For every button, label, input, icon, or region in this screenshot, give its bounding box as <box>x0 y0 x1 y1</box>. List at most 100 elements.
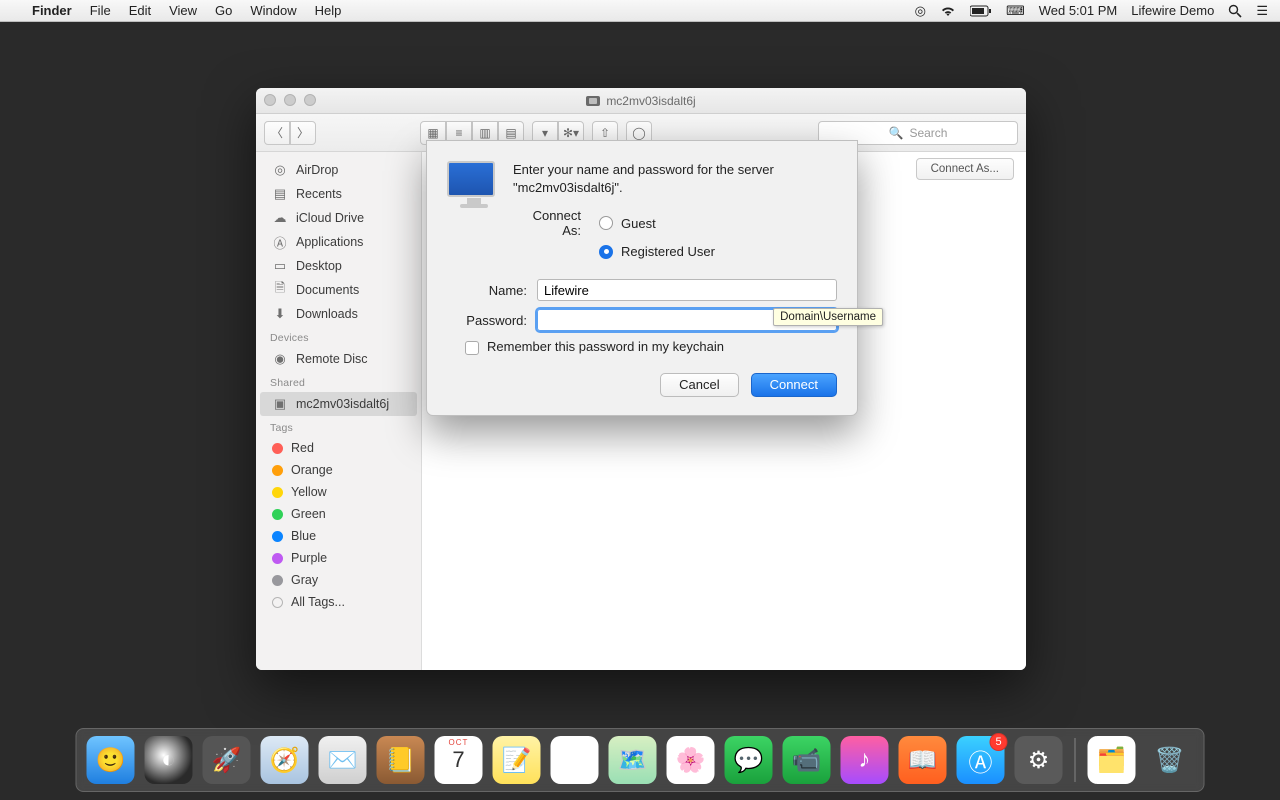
back-button[interactable]: 〈 <box>264 121 290 145</box>
applications-icon: Ⓐ <box>272 234 288 250</box>
sidebar-heading-shared: Shared <box>256 371 421 392</box>
guest-label: Guest <box>621 216 656 231</box>
dock: 🙂 ◐ 🚀 🧭 ✉️ 📒 OCT7 📝 ☑︎ 🗺️ 🌸 💬 📹 ♪ 📖 Ⓐ5 ⚙… <box>76 728 1205 792</box>
guest-radio[interactable] <box>599 216 613 230</box>
downloads-icon: ⬇︎ <box>272 306 288 322</box>
dock-ibooks-icon[interactable]: 📖 <box>899 736 947 784</box>
menu-edit[interactable]: Edit <box>129 3 151 18</box>
creative-cloud-icon[interactable]: ◎ <box>915 3 926 19</box>
sidebar-item-label: Red <box>291 441 314 455</box>
zoom-button[interactable] <box>304 94 316 106</box>
dock-trash-icon[interactable]: 🗑️ <box>1146 736 1194 784</box>
sidebar-tag-orange[interactable]: Orange <box>256 459 421 481</box>
input-source-icon[interactable]: ⌨︎ <box>1006 3 1025 19</box>
menu-window[interactable]: Window <box>250 3 296 18</box>
dock-appstore-icon[interactable]: Ⓐ5 <box>957 736 1005 784</box>
sidebar-item-label: Purple <box>291 551 327 565</box>
app-menu[interactable]: Finder <box>32 3 72 18</box>
dock-downloads-stack[interactable]: 🗂️ <box>1088 736 1136 784</box>
spotlight-icon[interactable] <box>1228 4 1242 18</box>
dock-photos-icon[interactable]: 🌸 <box>667 736 715 784</box>
remember-checkbox[interactable] <box>465 341 479 355</box>
server-icon: ▣ <box>272 396 288 412</box>
sidebar-item-label: Gray <box>291 573 318 587</box>
menu-go[interactable]: Go <box>215 3 232 18</box>
dock-calendar-icon[interactable]: OCT7 <box>435 736 483 784</box>
dock-messages-icon[interactable]: 💬 <box>725 736 773 784</box>
sidebar-item-label: Desktop <box>296 259 342 273</box>
dock-notes-icon[interactable]: 📝 <box>493 736 541 784</box>
close-button[interactable] <box>264 94 276 106</box>
dock-maps-icon[interactable]: 🗺️ <box>609 736 657 784</box>
dock-facetime-icon[interactable]: 📹 <box>783 736 831 784</box>
sidebar-tag-purple[interactable]: Purple <box>256 547 421 569</box>
sidebar-item-label: Blue <box>291 529 316 543</box>
server-monitor-icon <box>447 161 501 209</box>
menu-bar: Finder File Edit View Go Window Help ◎ ⌨… <box>0 0 1280 22</box>
name-input[interactable] <box>537 279 837 301</box>
sidebar-item-label: All Tags... <box>291 595 345 609</box>
sidebar-tag-gray[interactable]: Gray <box>256 569 421 591</box>
wifi-icon[interactable] <box>940 5 956 17</box>
clock[interactable]: Wed 5:01 PM <box>1039 3 1118 18</box>
dock-finder-icon[interactable]: 🙂 <box>87 736 135 784</box>
sidebar-item-shared-server[interactable]: ▣ mc2mv03isdalt6j <box>260 392 417 416</box>
registered-user-label: Registered User <box>621 244 715 259</box>
sidebar-item-documents[interactable]: 🗎Documents <box>256 278 421 302</box>
all-tags-icon <box>272 597 283 608</box>
cloud-icon: ☁︎ <box>272 210 288 226</box>
sidebar-item-icloud[interactable]: ☁︎ iCloud Drive <box>256 206 421 230</box>
dock-reminders-icon[interactable]: ☑︎ <box>551 736 599 784</box>
desktop-icon: ▭ <box>272 258 288 274</box>
appstore-badge: 5 <box>990 733 1008 751</box>
cancel-button[interactable]: Cancel <box>660 373 738 397</box>
gray-tag-icon <box>272 575 283 586</box>
dock-preferences-icon[interactable]: ⚙︎ <box>1015 736 1063 784</box>
sidebar-item-desktop[interactable]: ▭ Desktop <box>256 254 421 278</box>
dock-separator <box>1075 738 1076 782</box>
forward-button[interactable]: 〉 <box>290 121 316 145</box>
dock-safari-icon[interactable]: 🧭 <box>261 736 309 784</box>
dock-launchpad-icon[interactable]: 🚀 <box>203 736 251 784</box>
airdrop-icon: ◎ <box>272 162 288 178</box>
dock-contacts-icon[interactable]: 📒 <box>377 736 425 784</box>
orange-tag-icon <box>272 465 283 476</box>
menu-help[interactable]: Help <box>315 3 342 18</box>
connect-as-button[interactable]: Connect As... <box>916 158 1014 180</box>
sidebar-item-label: AirDrop <box>296 163 338 177</box>
dialog-prompt: Enter your name and password for the ser… <box>513 161 837 196</box>
yellow-tag-icon <box>272 487 283 498</box>
sidebar-item-recents[interactable]: ▤Recents <box>256 182 421 206</box>
sidebar-tag-all[interactable]: All Tags... <box>256 591 421 613</box>
user-menu[interactable]: Lifewire Demo <box>1131 3 1214 18</box>
password-label: Password: <box>447 313 537 328</box>
dock-siri-icon[interactable]: ◐ <box>145 736 193 784</box>
sidebar-item-label: Recents <box>296 187 342 201</box>
connect-button[interactable]: Connect <box>751 373 837 397</box>
sidebar-tag-blue[interactable]: Blue <box>256 525 421 547</box>
notification-center-icon[interactable]: ☰ <box>1256 3 1268 19</box>
sidebar-tag-yellow[interactable]: Yellow <box>256 481 421 503</box>
minimize-button[interactable] <box>284 94 296 106</box>
sidebar-item-label: Remote Disc <box>296 352 368 366</box>
sidebar-item-remote-disc[interactable]: ◉ Remote Disc <box>256 347 421 371</box>
disc-icon: ◉ <box>272 351 288 367</box>
sidebar-item-label: iCloud Drive <box>296 211 364 225</box>
sidebar-item-label: mc2mv03isdalt6j <box>296 397 389 411</box>
menu-view[interactable]: View <box>169 3 197 18</box>
calendar-day: 7 <box>452 747 464 773</box>
blue-tag-icon <box>272 531 283 542</box>
sidebar-tag-green[interactable]: Green <box>256 503 421 525</box>
menu-file[interactable]: File <box>90 3 111 18</box>
dock-mail-icon[interactable]: ✉️ <box>319 736 367 784</box>
window-titlebar[interactable]: mc2mv03isdalt6j <box>256 88 1026 114</box>
sidebar-item-airdrop[interactable]: ◎ AirDrop <box>256 158 421 182</box>
dock-itunes-icon[interactable]: ♪ <box>841 736 889 784</box>
sidebar-tag-red[interactable]: Red <box>256 437 421 459</box>
battery-icon[interactable] <box>970 5 992 17</box>
sidebar-item-applications[interactable]: ⒶApplications <box>256 230 421 254</box>
sidebar-item-downloads[interactable]: ⬇︎Downloads <box>256 302 421 326</box>
calendar-month: OCT <box>449 738 469 747</box>
registered-user-radio[interactable] <box>599 245 613 259</box>
sidebar-item-label: Documents <box>296 283 359 297</box>
